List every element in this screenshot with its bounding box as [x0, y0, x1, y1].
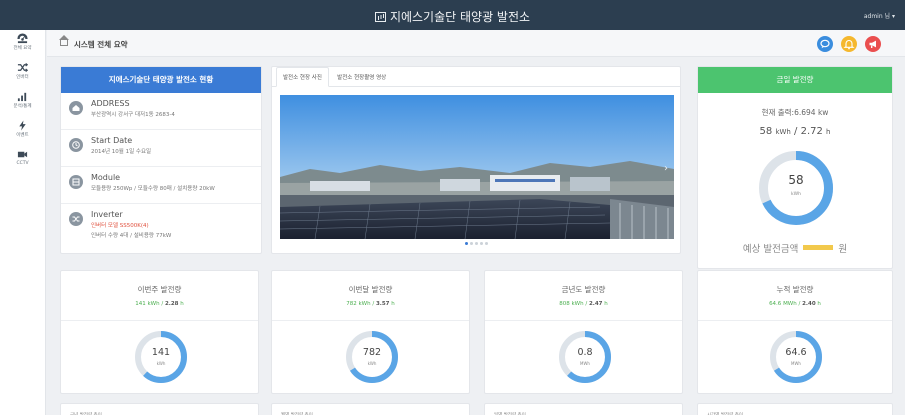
expected-value-bar [803, 245, 834, 250]
stat-value: 782 kWh / 3.57 h [346, 301, 395, 307]
stat-card-year: 금년도 발전량 808 kWh / 2.47 h 0.8 MWh [484, 270, 683, 394]
shuffle-icon [69, 212, 83, 226]
clock-icon [69, 138, 83, 152]
home-icon [59, 35, 69, 46]
stat-card-month: 이번달 발전량 782 kWh / 3.57 h 782 kWh [271, 270, 470, 394]
bottom-card: 월별 발전량 추이 [271, 403, 470, 415]
stat-gauge: 64.6 MWh [770, 331, 822, 383]
stat-title: 누적 발전량 [776, 285, 814, 294]
chart-icon [374, 12, 386, 22]
sidebar-item-inverter[interactable]: 인버터 [0, 62, 45, 88]
today-title: 금일 발전량 [698, 67, 892, 93]
tab-site-photo[interactable]: 발전소 현장 사진 [276, 67, 329, 87]
lightning-icon [0, 120, 45, 131]
svg-text:›: › [664, 163, 668, 174]
sidebar-item-cctv[interactable]: CCTV [0, 149, 45, 175]
stat-card-week: 이번주 발전량 141 kWh / 2.28 h 141 kWh [60, 270, 259, 394]
carousel-dot[interactable] [484, 242, 488, 245]
tab-site-video[interactable]: 발전소 현장촬영 영상 [331, 68, 392, 88]
stat-gauge: 0.8 MWh [559, 331, 611, 383]
site-photo: › [280, 95, 674, 239]
stat-gauge: 782 kWh [346, 331, 398, 383]
inverter-row: Inverter 인버터 모델 SS500K(4) 인버터 수량 4대 / 설비… [61, 204, 261, 251]
gauge-ring [759, 151, 833, 225]
page-header: 시스템 전체 요약 [47, 30, 905, 57]
sidebar-item-analysis[interactable]: 분석/통계 [0, 91, 45, 117]
stat-title: 이번주 발전량 [137, 285, 182, 294]
start-date-row: Start Date 2014년 10월 1일 수요일 [61, 130, 261, 167]
page-title: 시스템 전체 요약 [74, 40, 128, 49]
today-summary: 58 kWh / 2.72 h [759, 126, 831, 137]
megaphone-icon[interactable] [865, 36, 881, 52]
bottom-card: 금년 발전량 추이 [60, 403, 259, 415]
home-icon [69, 101, 83, 115]
stat-title: 금년도 발전량 [561, 285, 606, 294]
stat-gauge: 141 kWh [135, 331, 187, 383]
current-output: 현재 출력:6.694 kw [761, 108, 829, 117]
stat-title: 이번달 발전량 [348, 285, 393, 294]
media-card: 발전소 현장 사진 발전소 현장촬영 영상 › [271, 66, 681, 254]
app-title: 지에스기술단 태양광 발전소 [0, 8, 905, 25]
bottom-card: 시간별 발전량 추이 [697, 403, 893, 415]
bar-chart-icon [0, 91, 45, 102]
sidebar: 전체 요약 인버터 분석/통계 이벤트 CCTV [0, 30, 46, 415]
today-gauge-unit: kWh [791, 192, 801, 197]
plant-info-title: 지에스기술단 태양광 발전소 현황 [61, 67, 261, 93]
bottom-card: 일별 발전량 추이 [484, 403, 683, 415]
user-menu[interactable]: admin 님 ▾ [864, 11, 895, 20]
carousel-dot[interactable] [464, 242, 468, 245]
stat-value: 64.6 MWh / 2.40 h [769, 301, 821, 307]
shuffle-icon [0, 62, 45, 73]
sidebar-item-event[interactable]: 이벤트 [0, 120, 45, 146]
bell-icon[interactable] [841, 36, 857, 52]
video-camera-icon [0, 149, 45, 160]
sidebar-item-summary[interactable]: 전체 요약 [0, 33, 45, 59]
address-row: ADDRESS 부산광역시 강서구 대저1동 2683-4 [61, 93, 261, 130]
chat-icon[interactable] [817, 36, 833, 52]
expected-revenue: 예상 발전금액 원 [742, 244, 848, 255]
top-bar: 지에스기술단 태양광 발전소 admin 님 ▾ [0, 0, 905, 30]
media-tabs: 발전소 현장 사진 발전소 현장촬영 영상 [272, 67, 680, 87]
carousel-dot[interactable] [469, 242, 473, 245]
today-card: 금일 발전량 현재 출력:6.694 kw 58 kWh / 2.72 h 58… [697, 66, 893, 269]
stat-value: 808 kWh / 2.47 h [559, 301, 608, 307]
stat-card-total: 누적 발전량 64.6 MWh / 2.40 h 64.6 MWh [697, 270, 893, 394]
module-row: Module 모듈용량 250Wp / 모듈수량 80매 / 설치용량 20kW [61, 167, 261, 204]
today-gauge: 58 kWh [759, 151, 833, 225]
carousel-dot[interactable] [479, 242, 483, 245]
module-icon [69, 175, 83, 189]
plant-info-card: 지에스기술단 태양광 발전소 현황 ADDRESS 부산광역시 강서구 대저1동… [60, 66, 262, 254]
dashboard-icon [0, 33, 45, 44]
carousel-dots [272, 242, 680, 245]
carousel-dot[interactable] [474, 242, 478, 245]
stat-value: 141 kWh / 2.28 h [135, 301, 184, 307]
today-gauge-value: 58 [788, 173, 804, 187]
